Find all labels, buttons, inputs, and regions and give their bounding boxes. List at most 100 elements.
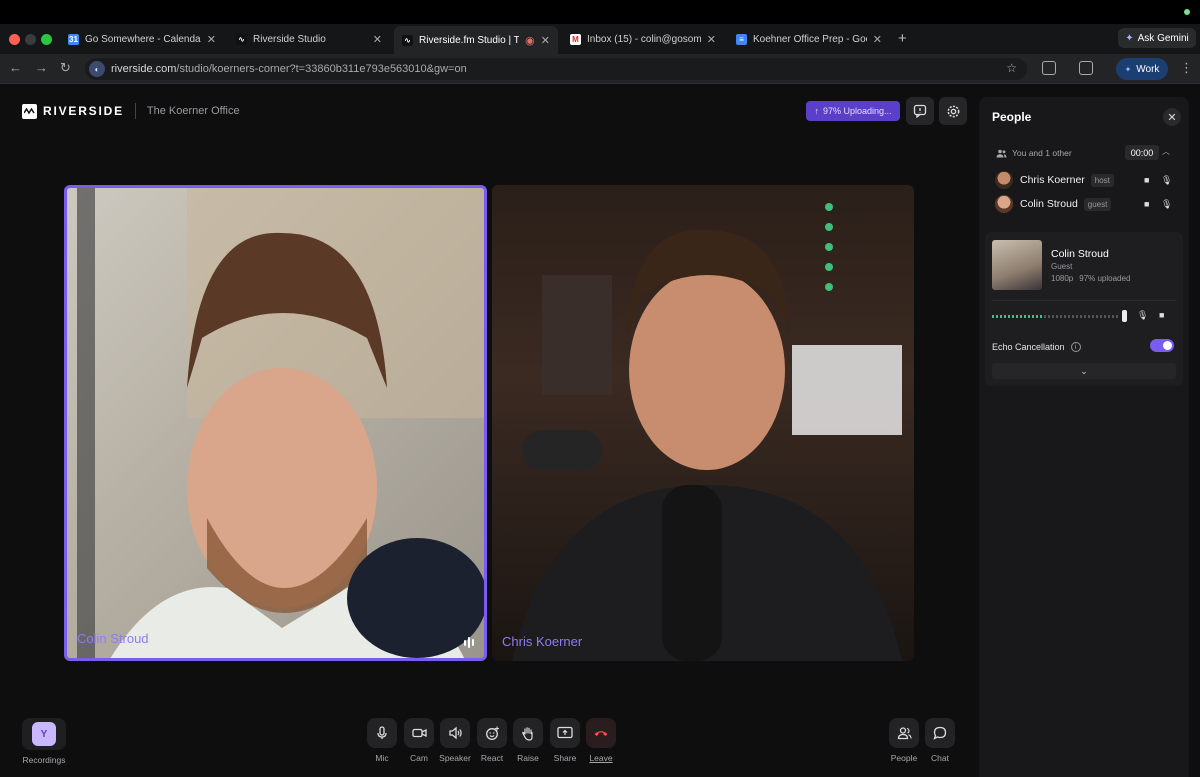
profile-label: Work xyxy=(1136,63,1160,75)
back-arrow-icon[interactable]: ← xyxy=(9,60,22,75)
close-window-button[interactable] xyxy=(9,34,20,45)
camera-icon[interactable]: ■ xyxy=(1159,310,1164,320)
profile-button[interactable]: ✦ Work xyxy=(1116,58,1168,80)
mic-icon[interactable]: 🎙 xyxy=(1161,199,1172,210)
gear-icon xyxy=(947,105,959,117)
close-panel-button[interactable]: ✕ xyxy=(1163,108,1181,126)
video-tile-chris[interactable]: Chris Koerner xyxy=(492,185,914,661)
tab-gmail[interactable]: M Inbox (15) - colin@gosomewh ✕ xyxy=(562,28,724,50)
participant-row-colin[interactable]: Colin Stroud guest ■ 🎙 xyxy=(995,194,1179,214)
participant-row-chris[interactable]: Chris Koerner host ■ 🎙 xyxy=(995,170,1179,190)
upload-status-badge[interactable]: ↑ 97% Uploading... xyxy=(806,101,900,121)
avatar xyxy=(995,171,1013,189)
status-dot xyxy=(1184,9,1190,15)
calendar-icon: 31 xyxy=(68,33,79,45)
volume-slider-handle[interactable] xyxy=(1122,310,1127,322)
settings-button[interactable] xyxy=(939,97,967,125)
participant-name: Chris Koerner xyxy=(1020,174,1085,186)
gemini-label: Ask Gemini xyxy=(1137,32,1189,44)
studio-app: RIVERSIDE The Koerner Office ↑ 97% Uploa… xyxy=(0,84,1200,777)
mic-icon[interactable]: 🎙 xyxy=(1161,175,1172,186)
people-panel: People ✕ You and 1 other 00:00 ︿ Chris K… xyxy=(979,97,1189,777)
expand-button[interactable]: ⌄ xyxy=(992,363,1176,379)
mic-level-meter xyxy=(992,315,1120,318)
detail-quality: 1080p 97% uploaded xyxy=(1051,274,1130,283)
role-badge: guest xyxy=(1083,197,1112,211)
brand-name: RIVERSIDE xyxy=(43,104,124,118)
zoom-window-button[interactable] xyxy=(41,34,52,45)
tab-title: Koehner Office Prep - Google xyxy=(753,33,867,45)
close-tab-icon[interactable]: ✕ xyxy=(873,33,882,46)
recordings-button[interactable]: Y Recordings xyxy=(22,718,66,765)
docs-icon: ≡ xyxy=(736,33,747,45)
sparkle-icon: ✦ xyxy=(1124,64,1132,74)
browser-menu-icon[interactable]: ⋮ xyxy=(1180,60,1193,76)
site-info-icon[interactable]: ◐ xyxy=(89,61,105,77)
speaker-icon xyxy=(448,726,462,740)
people-icon xyxy=(897,727,912,740)
riverside-icon: ∿ xyxy=(402,34,413,46)
minimize-window-button[interactable] xyxy=(25,34,36,45)
tab-riverside-fm[interactable]: ∿ Riverside.fm Studio | The ◉ ✕ xyxy=(394,26,558,54)
extensions-icon[interactable] xyxy=(1042,61,1056,75)
info-icon[interactable]: i xyxy=(1070,342,1081,352)
close-tab-icon[interactable]: ✕ xyxy=(707,33,716,46)
camera-icon[interactable]: ■ xyxy=(1144,199,1149,209)
hand-icon xyxy=(522,726,533,741)
tab-title: Inbox (15) - colin@gosomewh xyxy=(587,33,701,45)
participant-thumbnail xyxy=(992,240,1042,290)
participant-name: Colin Stroud xyxy=(1020,198,1078,210)
participant-video xyxy=(77,188,484,658)
recording-indicator-icon: ◉ xyxy=(525,34,535,47)
bookmark-star-icon[interactable]: ☆ xyxy=(1006,61,1017,75)
participant-detail-card: Colin Stroud Guest 1080p 97% uploaded 🎙 ■… xyxy=(985,232,1183,386)
chat-button[interactable]: Chat xyxy=(925,718,955,763)
feedback-button[interactable] xyxy=(906,97,934,125)
camera-icon[interactable]: ■ xyxy=(1144,175,1149,185)
raise-hand-button[interactable]: Raise xyxy=(513,718,543,763)
new-tab-button[interactable]: + xyxy=(898,30,907,47)
forward-arrow-icon[interactable]: → xyxy=(35,60,48,75)
camera-icon xyxy=(411,728,427,738)
mic-icon[interactable]: 🎙 xyxy=(1137,310,1148,321)
leave-label: Leave xyxy=(589,753,613,763)
user-avatar: Y xyxy=(32,722,56,746)
close-tab-icon[interactable]: ✕ xyxy=(207,33,216,46)
upload-status-text: 97% Uploading... xyxy=(822,106,892,116)
mic-level-fill xyxy=(992,315,1043,318)
chevron-down-icon: ⌄ xyxy=(1080,365,1088,376)
resolution-text: 1080p xyxy=(1051,274,1074,283)
detail-role: Guest xyxy=(1051,262,1073,271)
tab-calendar[interactable]: 31 Go Somewhere - Calendar - W ✕ xyxy=(60,28,224,50)
role-badge: host xyxy=(1090,173,1114,187)
brand-divider xyxy=(134,103,136,119)
video-tile-colin[interactable]: Colin Stroud xyxy=(64,185,487,661)
gemini-sparkle-icon: ✦ xyxy=(1125,32,1134,44)
tab-google-docs[interactable]: ≡ Koehner Office Prep - Google ✕ xyxy=(728,28,890,50)
ask-gemini-button[interactable]: ✦ Ask Gemini xyxy=(1118,28,1196,48)
recordings-label: Recordings xyxy=(22,755,66,765)
detail-name: Colin Stroud xyxy=(1051,248,1109,260)
close-tab-icon[interactable]: ✕ xyxy=(541,34,550,47)
tab-riverside-studio[interactable]: ∿ Riverside Studio ✕ xyxy=(228,28,390,50)
leave-button[interactable]: Leave xyxy=(586,718,616,763)
menu-strip xyxy=(0,0,1200,24)
address-bar[interactable]: ◐ riverside.com/studio/koerners-corner?t… xyxy=(85,58,1027,80)
tab-title: Go Somewhere - Calendar - W xyxy=(85,33,201,45)
close-tab-icon[interactable]: ✕ xyxy=(373,33,382,46)
echo-cancellation-toggle[interactable] xyxy=(1150,339,1174,352)
phone-hangup-icon xyxy=(594,731,608,736)
emoji-icon xyxy=(485,726,499,740)
close-icon: ✕ xyxy=(1167,111,1177,124)
cast-icon[interactable] xyxy=(1079,61,1093,75)
speaker-button[interactable]: Speaker xyxy=(439,718,471,763)
echo-cancellation-row: Echo Cancellation i xyxy=(992,342,1081,352)
reload-icon[interactable]: ↻ xyxy=(60,60,71,76)
mic-button[interactable]: Mic xyxy=(367,718,397,763)
panel-title: People xyxy=(992,110,1032,124)
echo-label: Echo Cancellation xyxy=(992,342,1065,352)
avatar xyxy=(995,195,1013,213)
chevron-up-icon[interactable]: ︿ xyxy=(1162,146,1170,157)
upload-arrow-icon: ↑ xyxy=(814,106,819,116)
url-domain: riverside.com xyxy=(111,63,177,75)
